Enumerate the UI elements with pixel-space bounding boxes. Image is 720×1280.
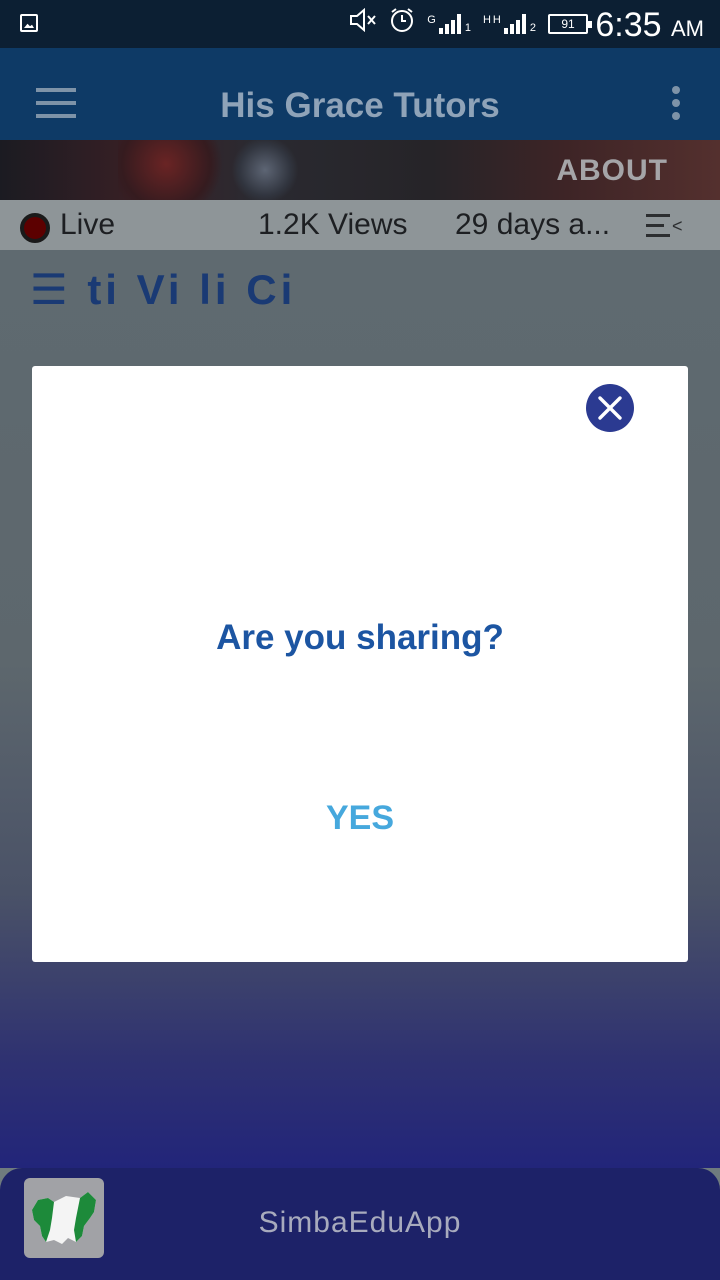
- live-label: Live: [60, 208, 116, 241]
- sim2-network-type-b: H: [492, 14, 501, 26]
- dialog-question: Are you sharing?: [216, 618, 504, 657]
- app-title: His Grace Tutors: [220, 86, 500, 125]
- signal-sim1-icon: G 1: [427, 14, 471, 34]
- more-vert-icon[interactable]: [672, 86, 682, 120]
- status-clock: 6:35 AM: [595, 4, 704, 50]
- banner-image: [118, 140, 238, 200]
- view-count: 1.2K Views: [258, 208, 408, 241]
- status-bar: G 1 H H 2 91 6:35 AM: [0, 0, 720, 48]
- alarm-icon: [389, 7, 415, 41]
- app-bar: His Grace Tutors: [0, 48, 720, 140]
- battery-icon: 91: [548, 14, 592, 34]
- video-meta-row: Live 1.2K Views 29 days a... <: [0, 200, 720, 250]
- sim1-network-type: G: [427, 14, 436, 26]
- volume-mute-icon: [349, 7, 377, 40]
- sim2-network-type: H: [482, 14, 491, 26]
- clock-time: 6:35: [595, 6, 662, 44]
- image-icon: [20, 14, 38, 32]
- playlist-icon[interactable]: <: [646, 214, 684, 238]
- background-heading: ☰ ti Vi li Ci: [30, 270, 450, 318]
- status-icons: G 1 H H 2 91: [349, 7, 592, 41]
- close-button[interactable]: [586, 384, 634, 432]
- bottom-app-label: SimbaEduApp: [258, 1206, 462, 1239]
- sim1-index: 1: [464, 22, 471, 34]
- about-tab[interactable]: ABOUT: [556, 154, 668, 188]
- bottom-bar: SimbaEduApp: [0, 1168, 720, 1280]
- yes-button[interactable]: YES: [310, 794, 410, 842]
- sim2-index: 2: [529, 22, 536, 34]
- live-indicator-icon: [20, 213, 50, 243]
- channel-banner: ABOUT: [0, 140, 720, 200]
- banner-image-detail: [230, 140, 300, 200]
- share-dialog: Are you sharing? YES: [32, 366, 688, 962]
- publish-age: 29 days a...: [455, 208, 611, 241]
- close-icon: [598, 396, 622, 420]
- signal-sim2-icon: H H 2: [483, 14, 536, 34]
- clock-ampm: AM: [671, 16, 704, 41]
- background-heading-text: ☰ ti Vi li Ci: [30, 270, 297, 313]
